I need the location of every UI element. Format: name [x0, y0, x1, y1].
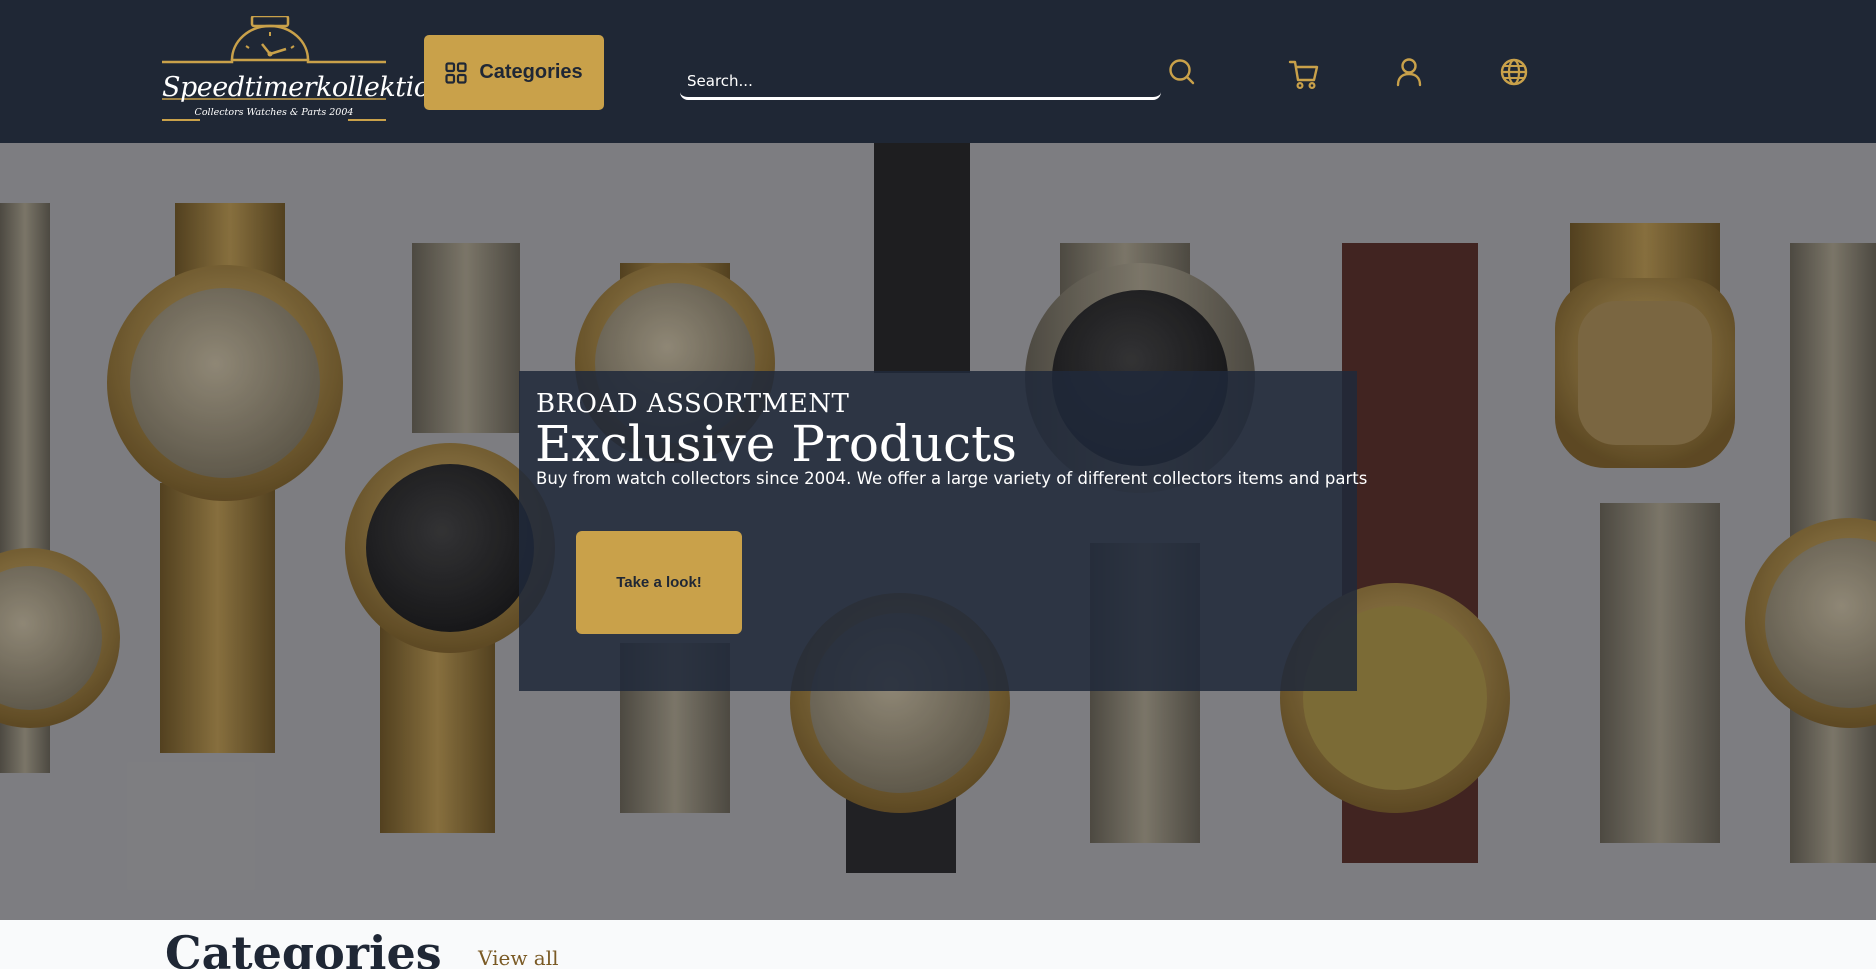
hero-banner: BROAD ASSORTMENT Exclusive Products Buy …: [0, 143, 1876, 920]
search-input[interactable]: [680, 60, 1161, 94]
hero-card: BROAD ASSORTMENT Exclusive Products Buy …: [519, 371, 1367, 691]
globe-icon[interactable]: [1498, 56, 1530, 88]
search-icon[interactable]: [1166, 56, 1198, 88]
hero-title: Exclusive Products: [535, 415, 1017, 473]
cart-icon[interactable]: [1288, 58, 1320, 90]
categories-button-label: Categories: [479, 61, 583, 83]
categories-button[interactable]: Categories: [424, 35, 604, 110]
take-a-look-button[interactable]: Take a look!: [576, 531, 742, 634]
grid-icon: [445, 61, 467, 84]
categories-section-title: Categories: [165, 926, 442, 969]
logo-tagline: Collectors Watches & Parts 2004: [194, 107, 354, 118]
view-all-link[interactable]: View all: [478, 948, 559, 968]
hero-description: Buy from watch collectors since 2004. We…: [536, 469, 1368, 488]
site-logo[interactable]: Speedtimerkollektion Collectors Watches …: [162, 16, 447, 122]
search-bar: [680, 60, 1161, 100]
site-header: Speedtimerkollektion Collectors Watches …: [0, 0, 1876, 143]
user-icon[interactable]: [1393, 56, 1425, 88]
logo-wordmark: Speedtimerkollektion: [162, 72, 447, 103]
take-a-look-label: Take a look!: [616, 574, 702, 591]
